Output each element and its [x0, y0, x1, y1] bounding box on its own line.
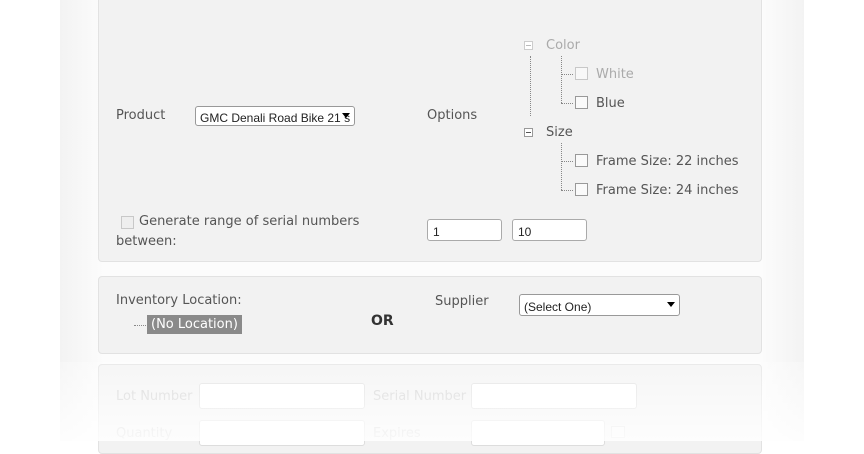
tree-line [530, 56, 531, 116]
tree-line [561, 143, 562, 190]
option-group-size: Size [546, 125, 573, 140]
tree-line [561, 161, 573, 162]
tree-line [561, 74, 573, 75]
serial-to-value: 10 [518, 225, 532, 239]
expires-label: Expires [373, 426, 421, 441]
option-white-label: White [596, 67, 634, 82]
generate-serial-label-cont: between: [116, 234, 177, 249]
option-frame-24-checkbox[interactable] [575, 183, 588, 196]
option-frame-22-checkbox[interactable] [575, 154, 588, 167]
serial-number-label: Serial Number [373, 389, 467, 404]
chevron-down-icon [667, 302, 675, 307]
supplier-label: Supplier [435, 294, 489, 309]
option-white-checkbox[interactable] [575, 67, 588, 80]
option-frame-22-label: Frame Size: 22 inches [596, 154, 739, 169]
expires-input[interactable] [471, 420, 605, 446]
option-frame-24-label: Frame Size: 24 inches [596, 183, 739, 198]
collapse-icon[interactable] [524, 41, 533, 50]
product-select-value: GMC Denali Road Bike 21 s [200, 111, 351, 125]
product-select[interactable]: GMC Denali Road Bike 21 s [195, 106, 355, 126]
option-blue-checkbox[interactable] [575, 96, 588, 109]
serial-to-input[interactable]: 10 [512, 219, 587, 241]
generate-serial-checkbox[interactable] [121, 216, 134, 229]
tree-line [561, 103, 573, 104]
serial-from-input[interactable]: 1 [427, 219, 502, 241]
lot-number-input[interactable] [199, 383, 365, 409]
option-group-color: Color [546, 38, 580, 53]
serial-number-input[interactable] [471, 383, 637, 409]
generate-serial-label: Generate range of serial numbers [139, 214, 360, 229]
location-node-selected[interactable]: (No Location) [147, 315, 242, 334]
tree-line [561, 56, 562, 103]
quantity-label: Quantity [116, 426, 173, 441]
collapse-icon[interactable] [524, 128, 533, 137]
serial-from-value: 1 [433, 225, 440, 239]
inventory-location-label: Inventory Location: [116, 293, 242, 308]
tree-line [134, 325, 146, 326]
supplier-select[interactable]: (Select One) [519, 294, 680, 316]
lot-number-label: Lot Number [116, 389, 193, 404]
supplier-select-value: (Select One) [524, 300, 592, 314]
product-label: Product [116, 108, 166, 123]
or-separator: OR [371, 313, 394, 329]
calendar-icon[interactable] [611, 426, 625, 438]
chevron-down-icon [342, 113, 350, 118]
option-blue-label: Blue [596, 96, 625, 111]
tree-line [561, 190, 573, 191]
options-label: Options [427, 108, 478, 123]
quantity-input[interactable] [199, 420, 365, 446]
